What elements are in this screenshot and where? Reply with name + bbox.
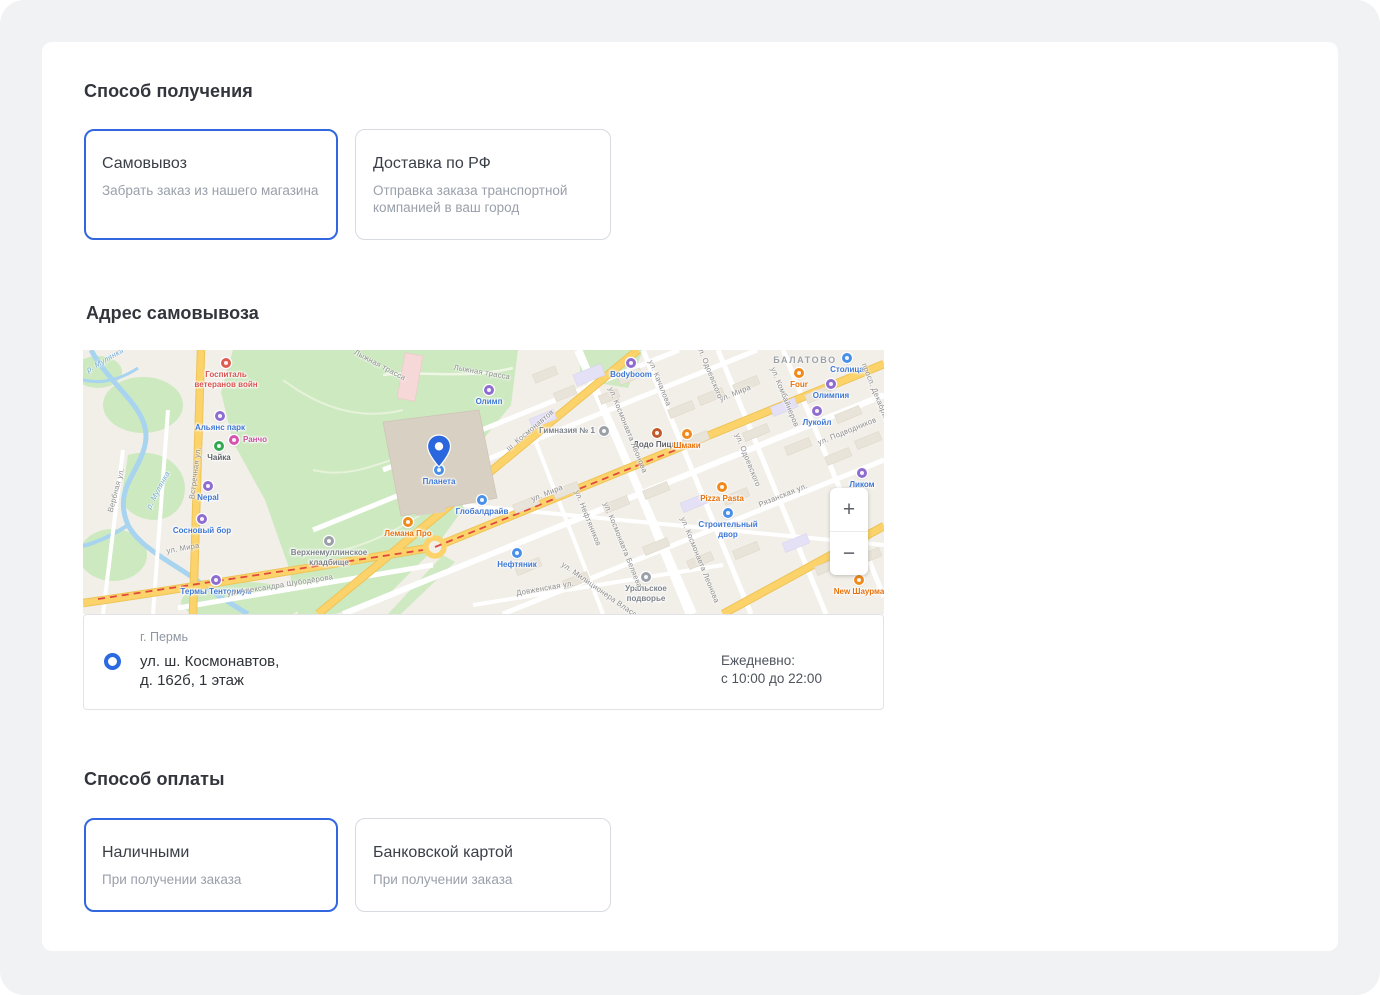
delivery-method-heading: Способ получения xyxy=(84,81,253,102)
delivery-options: Самовывоз Забрать заказ из нашего магази… xyxy=(84,129,611,240)
address-radio[interactable] xyxy=(104,653,121,670)
pickup-address-heading: Адрес самовывоза xyxy=(86,303,259,324)
schedule-hours: с 10:00 до 22:00 xyxy=(721,670,822,688)
map-tiles xyxy=(83,350,884,614)
address-text: г. Пермь ул. ш. Космонавтов, д. 162б, 1 … xyxy=(140,630,279,690)
payment-option-cash[interactable]: Наличными При получении заказа xyxy=(84,818,338,912)
option-subtitle: При получении заказа xyxy=(102,871,321,888)
pickup-address-card[interactable]: г. Пермь ул. ш. Космонавтов, д. 162б, 1 … xyxy=(83,614,884,710)
option-subtitle: Забрать заказ из нашего магазина xyxy=(102,182,321,199)
map-zoom-control: + − xyxy=(830,488,868,575)
address-line2: д. 162б, 1 этаж xyxy=(140,671,279,690)
map-pin[interactable] xyxy=(426,434,452,468)
zoom-out-button[interactable]: − xyxy=(830,532,868,575)
delivery-option-shipping[interactable]: Доставка по РФ Отправка заказа транспорт… xyxy=(355,129,611,240)
payment-method-heading: Способ оплаты xyxy=(84,769,225,790)
payment-option-card[interactable]: Банковской картой При получении заказа xyxy=(355,818,611,912)
schedule-label: Ежедневно: xyxy=(721,652,822,670)
page: Способ получения Самовывоз Забрать заказ… xyxy=(0,0,1380,995)
option-title: Наличными xyxy=(102,843,321,862)
option-title: Доставка по РФ xyxy=(373,154,594,173)
map[interactable]: Госпитальветеранов войнАльянс паркРанчоЧ… xyxy=(83,350,884,614)
zoom-in-button[interactable]: + xyxy=(830,488,868,532)
option-title: Банковской картой xyxy=(373,843,594,862)
payment-options: Наличными При получении заказа Банковско… xyxy=(84,818,611,912)
option-subtitle: При получении заказа xyxy=(373,871,594,888)
checkout-card: Способ получения Самовывоз Забрать заказ… xyxy=(42,42,1338,951)
address-city: г. Пермь xyxy=(140,630,279,645)
schedule: Ежедневно: с 10:00 до 22:00 xyxy=(721,652,822,688)
district-label: БАЛАТОВО xyxy=(773,355,836,365)
address-line1: ул. ш. Космонавтов, xyxy=(140,652,279,671)
option-title: Самовывоз xyxy=(102,154,321,173)
option-subtitle: Отправка заказа транспортной компанией в… xyxy=(373,182,594,216)
delivery-option-pickup[interactable]: Самовывоз Забрать заказ из нашего магази… xyxy=(84,129,338,240)
